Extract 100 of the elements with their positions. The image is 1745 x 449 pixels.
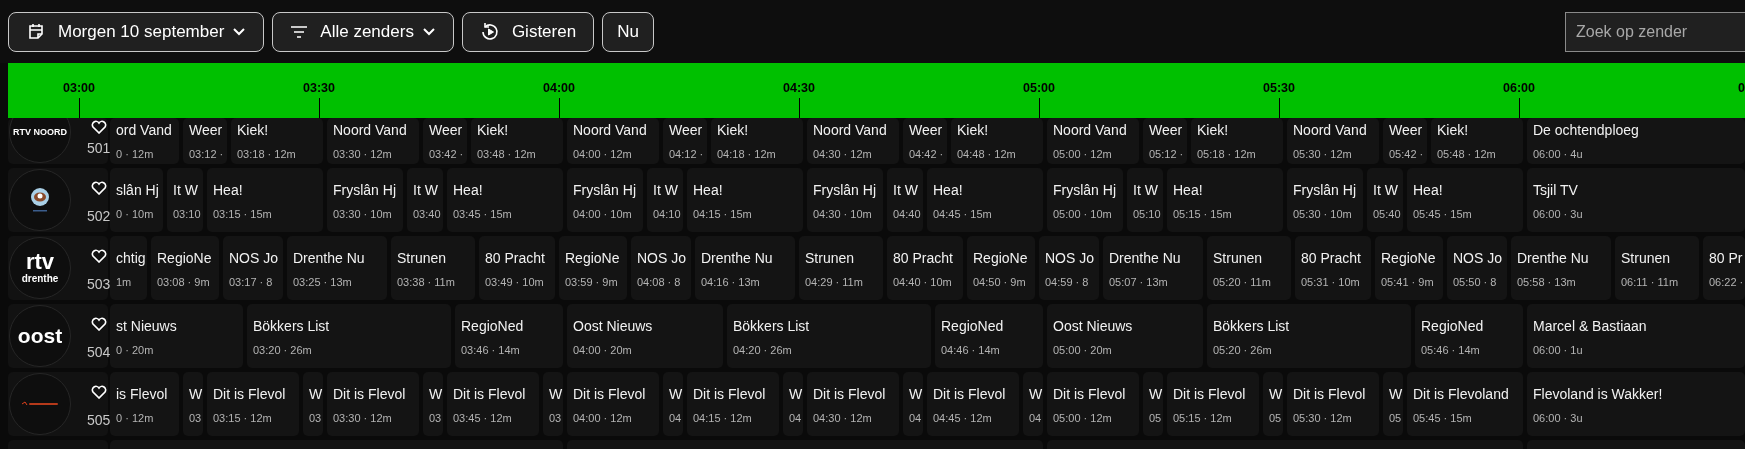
program-card[interactable]: Hea! 05:15 · 15m xyxy=(1167,168,1283,232)
program-card[interactable]: RegioNe 03:59 · 9m xyxy=(559,236,627,300)
program-card[interactable]: RegioNe 05:41 · 9m xyxy=(1375,236,1443,300)
program-card[interactable]: Dit is Flevol 04:30 · 12m xyxy=(807,372,899,436)
program-card[interactable]: Dit is Flevol 05:30 · 12m xyxy=(1287,372,1379,436)
toolbar-button[interactable]: Gisteren xyxy=(461,11,595,52)
program-card[interactable]: It W 03:40 xyxy=(407,168,443,232)
program-card[interactable]: Weer 04:12 · xyxy=(663,118,707,164)
program-card[interactable]: Weer 05:42 · xyxy=(1383,118,1427,164)
program-card[interactable]: Noord Vand 05:00 · 12m xyxy=(1047,118,1139,164)
program-card[interactable]: 80 Pracht 04:40 · 10m xyxy=(887,236,963,300)
program-card[interactable]: Oost Nieuws 04:00 · 20m xyxy=(567,304,723,368)
program-card[interactable]: Strunen 06:11 · 11m xyxy=(1615,236,1699,300)
program-card[interactable]: Hea! 04:45 · 15m xyxy=(927,168,1043,232)
program-card[interactable]: Strunen 04:29 · 11m xyxy=(799,236,883,300)
program-card[interactable]: Marcel & Bastiaan 06:00 · 1u xyxy=(1527,304,1745,368)
program-card[interactable]: Dit is Flevol 04:45 · 12m xyxy=(927,372,1019,436)
program-card[interactable]: Strunen 03:38 · 11m xyxy=(391,236,475,300)
program-card[interactable]: W 05 xyxy=(1383,372,1403,436)
program-card[interactable]: Dit is Flevol 04:00 · 12m xyxy=(567,372,659,436)
program-card[interactable]: Fryslân Hj 05:00 · 10m xyxy=(1047,168,1123,232)
program-card[interactable]: chtig 1m xyxy=(110,236,147,300)
program-card[interactable]: NOS Jo 05:50 · 8 xyxy=(1447,236,1507,300)
program-card[interactable]: W 03 xyxy=(543,372,563,436)
program-card[interactable]: Dit is Flevol 05:15 · 12m xyxy=(1167,372,1259,436)
program-card[interactable]: Strunen 05:20 · 11m xyxy=(1207,236,1291,300)
program-card[interactable]: Drenthe Nu 05:07 · 13m xyxy=(1103,236,1203,300)
program-card[interactable]: Flevoland is Wakker! 06:00 · 3u xyxy=(1527,372,1745,436)
program-card[interactable]: Dit is Flevol 03:15 · 12m xyxy=(207,372,299,436)
program-card[interactable]: Weer 05:12 · xyxy=(1143,118,1187,164)
program-card[interactable]: NOS Jo 03:17 · 8 xyxy=(223,236,283,300)
program-card[interactable]: W 03 xyxy=(423,372,443,436)
program-card[interactable]: De ochtendploeg 06:00 · 4u xyxy=(1527,118,1745,164)
program-card[interactable]: W 03 xyxy=(183,372,203,436)
program-card[interactable]: Hea! 03:15 · 15m xyxy=(207,168,323,232)
program-card[interactable]: ord Vand 0 · 12m xyxy=(110,118,179,164)
program-card[interactable]: Hea! 05:45 · 15m xyxy=(1407,168,1523,232)
program-card[interactable]: Fryslân Hj 04:30 · 10m xyxy=(807,168,883,232)
program-card[interactable]: Oost Nieuws 05:00 · 20m xyxy=(1047,304,1203,368)
heart-icon[interactable] xyxy=(91,249,107,263)
program-card[interactable]: Kiek! 05:18 · 12m xyxy=(1191,118,1283,164)
program-card[interactable]: W 05 xyxy=(1263,372,1283,436)
program-card[interactable]: Dit is Flevoland 05:45 · 15m xyxy=(1407,372,1523,436)
program-card[interactable]: It W 05:10 xyxy=(1127,168,1163,232)
program-card[interactable]: W 05 xyxy=(1143,372,1163,436)
program-card[interactable]: Dit is Flevol 04:15 · 12m xyxy=(687,372,779,436)
heart-icon[interactable] xyxy=(91,385,107,399)
program-card[interactable]: W 03 xyxy=(303,372,323,436)
program-card[interactable]: NOS Jo 04:08 · 8 xyxy=(631,236,691,300)
program-card[interactable]: 80 Pracht 03:49 · 10m xyxy=(479,236,555,300)
program-card[interactable]: Kiek! 04:18 · 12m xyxy=(711,118,803,164)
program-card[interactable]: W 04 xyxy=(783,372,803,436)
program-card[interactable]: Weer 04:42 · xyxy=(903,118,947,164)
program-card[interactable]: Fryslân Hj 03:30 · 10m xyxy=(327,168,403,232)
program-card[interactable]: RegioNed 04:46 · 14m xyxy=(935,304,1043,368)
program-card[interactable]: Hea! 04:15 · 15m xyxy=(687,168,803,232)
program-card[interactable]: 80 Pracht 05:31 · 10m xyxy=(1295,236,1371,300)
program-card[interactable]: NOS Jo 04:59 · 8 xyxy=(1039,236,1099,300)
program-card[interactable]: Kiek! 03:48 · 12m xyxy=(471,118,563,164)
program-card[interactable]: W 04 xyxy=(1023,372,1043,436)
program-card[interactable]: RegioNed 03:46 · 14m xyxy=(455,304,563,368)
program-card[interactable]: is Flevol 0 · 12m xyxy=(110,372,179,436)
program-card[interactable]: Noord Vand 04:30 · 12m xyxy=(807,118,899,164)
program-card[interactable]: 80 Pr 06:22 · xyxy=(1703,236,1745,300)
program-card[interactable]: It W 05:40 xyxy=(1367,168,1403,232)
program-card[interactable]: Bökkers List 05:20 · 26m xyxy=(1207,304,1411,368)
program-card[interactable]: It W 04:10 xyxy=(647,168,683,232)
toolbar-button[interactable]: Nu xyxy=(602,11,654,52)
program-card[interactable]: Hea! 03:45 · 15m xyxy=(447,168,563,232)
program-card[interactable]: Weer 03:42 · xyxy=(423,118,467,164)
program-card[interactable]: Weer 03:12 · xyxy=(183,118,227,164)
toolbar-button[interactable]: Morgen 10 september xyxy=(8,11,265,52)
program-card[interactable]: Drenthe Nu 04:16 · 13m xyxy=(695,236,795,300)
program-card[interactable]: Kiek! 04:48 · 12m xyxy=(951,118,1043,164)
search-field[interactable]: Zoek op zender xyxy=(1565,11,1745,52)
program-card[interactable]: Fryslân Hj 05:30 · 10m xyxy=(1287,168,1363,232)
program-card[interactable]: Drenthe Nu 03:25 · 13m xyxy=(287,236,387,300)
heart-icon[interactable] xyxy=(91,120,107,134)
program-card[interactable]: Dit is Flevol 03:45 · 12m xyxy=(447,372,539,436)
program-card[interactable]: RegioNed 05:46 · 14m xyxy=(1415,304,1523,368)
program-card[interactable]: W 04 xyxy=(663,372,683,436)
program-card[interactable]: st Nieuws 0 · 20m xyxy=(110,304,243,368)
program-card[interactable]: Kiek! 03:18 · 12m xyxy=(231,118,323,164)
program-card[interactable]: RegioNe 03:08 · 9m xyxy=(151,236,219,300)
program-card[interactable]: It W 04:40 xyxy=(887,168,923,232)
program-card[interactable]: W 04 xyxy=(903,372,923,436)
program-card[interactable]: Bökkers List 04:20 · 26m xyxy=(727,304,931,368)
program-card[interactable]: Bökkers List 03:20 · 26m xyxy=(247,304,451,368)
program-card[interactable]: Fryslân Hj 04:00 · 10m xyxy=(567,168,643,232)
program-card[interactable]: Noord Vand 03:30 · 12m xyxy=(327,118,419,164)
program-card[interactable]: Dit is Flevol 03:30 · 12m xyxy=(327,372,419,436)
program-card[interactable]: It W 03:10 xyxy=(167,168,203,232)
program-card[interactable]: Kiek! 05:48 · 12m xyxy=(1431,118,1523,164)
heart-icon[interactable] xyxy=(91,181,107,195)
program-card[interactable]: Tsjil TV 06:00 · 3u xyxy=(1527,168,1745,232)
toolbar-button[interactable]: Alle zenders xyxy=(272,11,454,52)
program-card[interactable]: Drenthe Nu 05:58 · 13m xyxy=(1511,236,1611,300)
program-card[interactable]: Dit is Flevol 05:00 · 12m xyxy=(1047,372,1139,436)
heart-icon[interactable] xyxy=(91,317,107,331)
program-card[interactable]: Noord Vand 04:00 · 12m xyxy=(567,118,659,164)
